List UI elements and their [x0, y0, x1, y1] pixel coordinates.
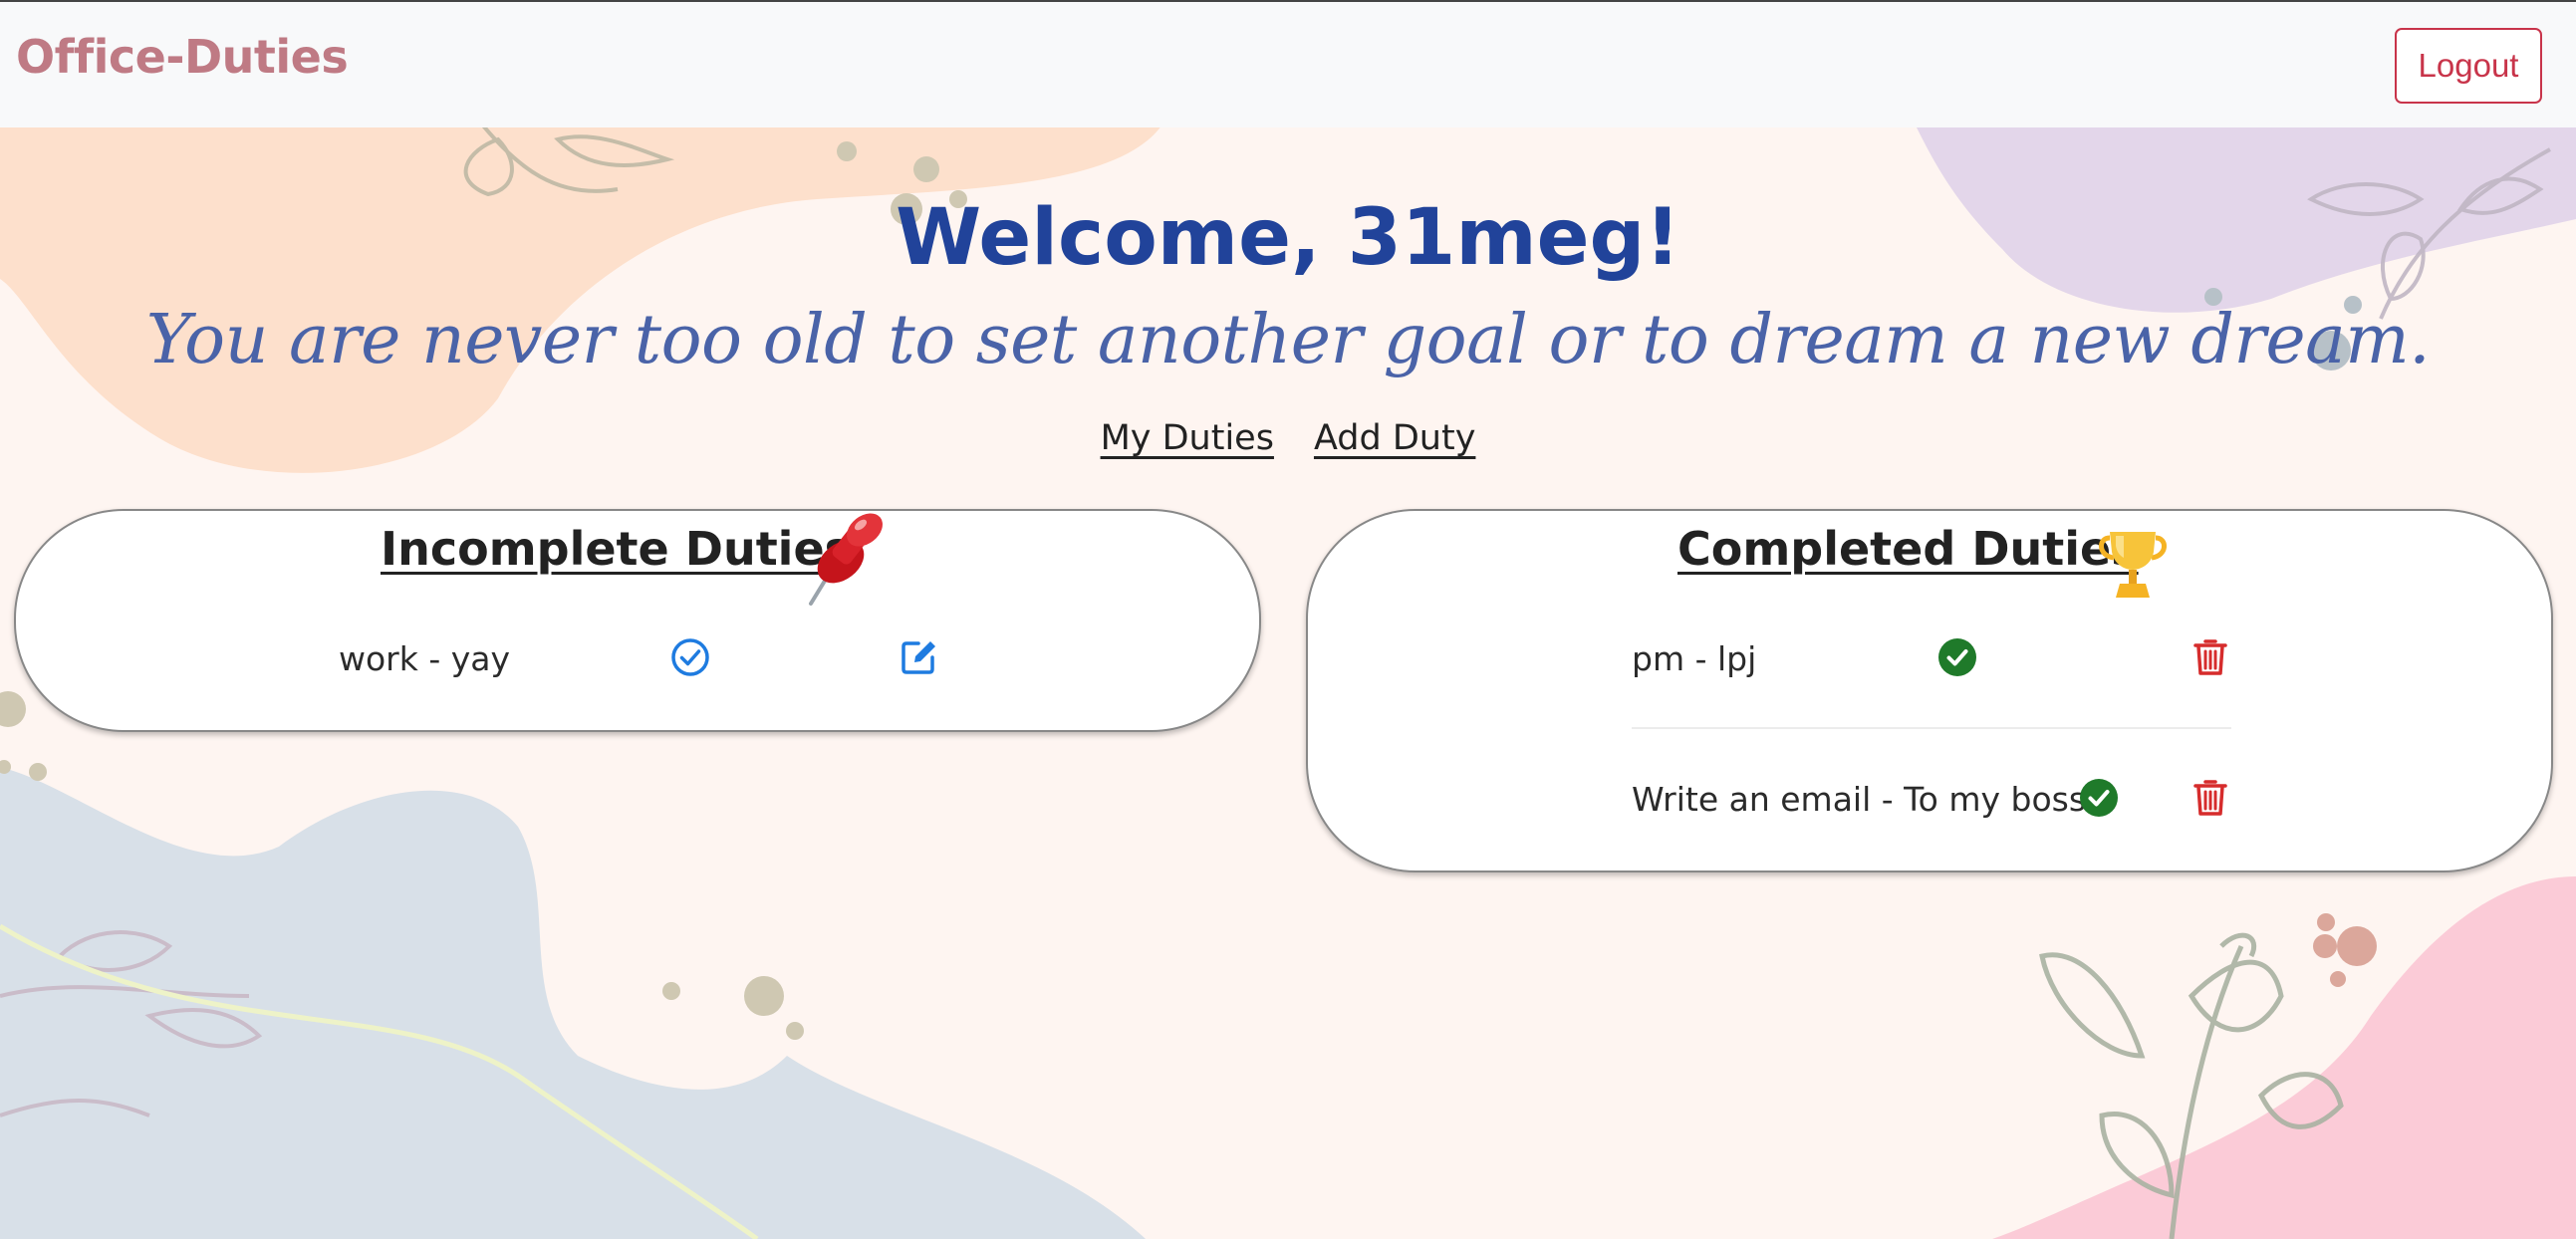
navbar: Office-Duties Logout	[0, 0, 2576, 127]
add-duty-link[interactable]: Add Duty	[1314, 418, 1475, 458]
logout-button[interactable]: Logout	[2395, 28, 2542, 104]
check-filled-icon[interactable]	[1937, 637, 1977, 677]
pushpin-icon	[809, 513, 883, 606]
incomplete-duty-text: work - yay	[339, 639, 511, 678]
brand-link[interactable]: Office-Duties	[16, 30, 349, 84]
motivational-quote: You are never too old to set another goa…	[145, 301, 2431, 379]
completed-duty-text: pm - lpj	[1632, 639, 1757, 678]
edit-icon[interactable]	[899, 637, 938, 677]
completed-duty-text: Write an email - To my boss	[1632, 780, 2087, 819]
my-duties-link[interactable]: My Duties	[1101, 418, 1274, 458]
welcome-heading: Welcome, 31meg!	[896, 193, 1680, 283]
check-circle-icon[interactable]	[670, 637, 710, 677]
trash-icon[interactable]	[2193, 637, 2227, 677]
list-divider	[1632, 727, 2231, 729]
incomplete-duties-title: Incomplete Duties	[381, 522, 853, 576]
trophy-icon	[2099, 532, 2167, 598]
check-filled-icon[interactable]	[2079, 778, 2119, 818]
trash-icon[interactable]	[2193, 778, 2227, 818]
completed-duties-title: Completed Duties	[1677, 522, 2139, 576]
duty-nav-links: My Duties Add Duty	[0, 418, 2576, 458]
